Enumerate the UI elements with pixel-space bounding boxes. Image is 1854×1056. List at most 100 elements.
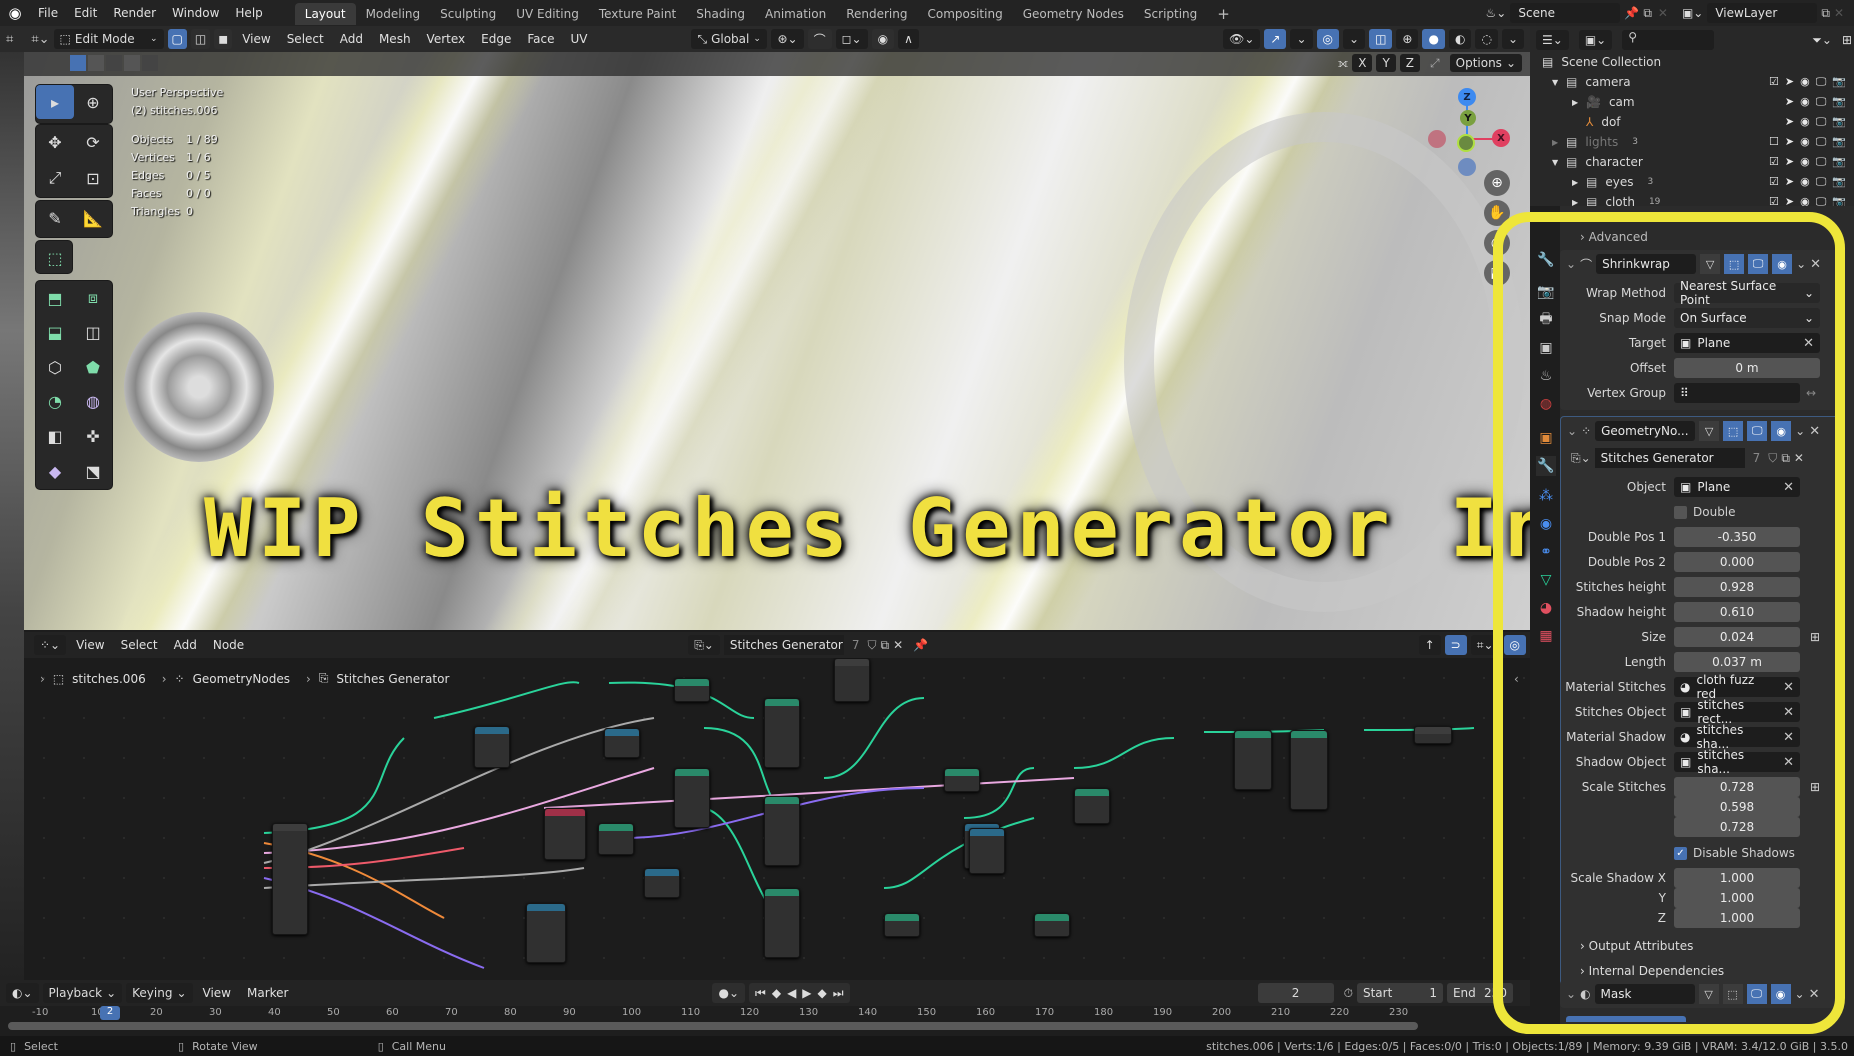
- property-dropdown[interactable]: Nearest Surface Point ⌄: [1674, 279, 1820, 307]
- sidebar-toggle-icon[interactable]: ‹: [1514, 672, 1519, 686]
- subpanel-output-attributes[interactable]: › Output Attributes: [1580, 939, 1693, 953]
- eye-icon[interactable]: ◉: [1800, 115, 1810, 129]
- node-menu-select[interactable]: Select: [115, 638, 164, 652]
- set-position-node[interactable]: [598, 823, 634, 855]
- gizmo-z-axis[interactable]: Z: [1458, 88, 1476, 106]
- modifier-menu-icon[interactable]: ⌄: [1795, 987, 1805, 1001]
- mask-mode-tab[interactable]: [1566, 1016, 1686, 1022]
- timeline-scrollbar[interactable]: [8, 1022, 1418, 1030]
- join-geometry-node[interactable]: [944, 768, 980, 792]
- measure-tool[interactable]: 📐: [74, 201, 112, 235]
- node-group-field[interactable]: Stitches Generator: [1594, 448, 1745, 468]
- group-input-node[interactable]: [272, 823, 308, 935]
- face-select-button[interactable]: ◼: [214, 29, 233, 49]
- gizmo-dropdown[interactable]: ⌄: [1290, 29, 1313, 49]
- eye-icon[interactable]: ◉: [1800, 155, 1810, 169]
- scene-selector[interactable]: Scene: [1510, 3, 1621, 23]
- outliner-item[interactable]: ▶ ▤ lights 3 ☐ ➤ ◉ 🖵 📷: [1530, 132, 1854, 152]
- timeline-menu-view[interactable]: View: [197, 986, 237, 1000]
- mode-selector[interactable]: ⬚ Edit Mode ⌄: [53, 29, 164, 49]
- move-tool[interactable]: ✥: [36, 125, 74, 159]
- node-canvas[interactable]: [24, 658, 1530, 980]
- annotate-tool[interactable]: ✎: [36, 201, 74, 235]
- next-keyframe-icon[interactable]: ◆: [818, 986, 827, 1000]
- scale-shadow-field[interactable]: 1.000: [1674, 868, 1800, 888]
- keyframe-dot-icon[interactable]: [1837, 850, 1842, 856]
- tab-compositing[interactable]: Compositing: [917, 3, 1012, 25]
- select-icon[interactable]: ➤: [1785, 115, 1794, 129]
- snap-target-dropdown[interactable]: ◻⌄: [835, 29, 868, 49]
- remove-modifier-icon[interactable]: ✕: [1809, 424, 1820, 439]
- menu-help[interactable]: Help: [227, 0, 270, 26]
- transform-geometry-node[interactable]: [764, 698, 800, 768]
- double-checkbox[interactable]: [1674, 505, 1687, 519]
- tab-shading[interactable]: Shading: [686, 3, 755, 25]
- collapse-chevron-icon[interactable]: ⌄: [1566, 987, 1576, 1001]
- combine-xyz-node[interactable]: [969, 828, 1005, 874]
- property-number-field[interactable]: 0.037 m: [1674, 652, 1800, 672]
- object-field[interactable]: ▣ stitches sha... ✕: [1674, 748, 1800, 776]
- preview-range-icon[interactable]: ⏱: [1344, 986, 1353, 1001]
- shading-wireframe[interactable]: ⊕: [1396, 29, 1419, 49]
- node-overlay-toggle[interactable]: ◎: [1503, 635, 1526, 655]
- viewport-icon[interactable]: 🖵: [1816, 115, 1827, 129]
- invert-icon[interactable]: ↔: [1806, 386, 1816, 400]
- scale-stitches-x-field[interactable]: 0.728: [1674, 777, 1800, 797]
- unlink-icon[interactable]: ✕: [1794, 451, 1804, 465]
- physics-tab-icon[interactable]: ◉: [1536, 514, 1556, 534]
- node-group-name-field[interactable]: Stitches Generator: [723, 635, 844, 655]
- select-icon[interactable]: ➤: [1785, 175, 1794, 189]
- rip-tool[interactable]: ⬔: [74, 454, 112, 488]
- keyframe-dot-icon[interactable]: [1837, 534, 1842, 540]
- viewport-toggle[interactable]: 🖵: [1748, 254, 1769, 274]
- transform-orientation-dropdown[interactable]: ⤡ Global ⌄: [691, 29, 768, 49]
- mirror-y-toggle[interactable]: Y: [1376, 54, 1396, 72]
- node-editor-type-dropdown[interactable]: ⁘⌄: [34, 635, 67, 655]
- render-icon[interactable]: 📷: [1832, 75, 1846, 89]
- editor-type-dropdown-icon[interactable]: ⌗⌄: [31, 32, 49, 47]
- breadcrumb-node-group[interactable]: Stitches Generator: [336, 672, 449, 686]
- shading-material[interactable]: ◐: [1448, 29, 1472, 49]
- render-icon[interactable]: 📷: [1832, 175, 1846, 189]
- edit-cage-toggle[interactable]: ▽: [1700, 254, 1721, 274]
- overlay-toggle[interactable]: ◎: [1316, 29, 1340, 49]
- transform-geometry-node[interactable]: [764, 888, 800, 958]
- view-layer-icon[interactable]: ▣⌄: [1682, 6, 1703, 20]
- menu-edge[interactable]: Edge: [475, 32, 517, 46]
- material-tab-icon[interactable]: ◕: [1536, 598, 1556, 618]
- add-cube-tool[interactable]: ⬚: [36, 241, 74, 275]
- gizmo-toggle[interactable]: ↗: [1264, 29, 1287, 49]
- menu-edit[interactable]: Edit: [66, 0, 105, 26]
- property-dropdown[interactable]: On Surface ⌄: [1674, 308, 1820, 328]
- clear-icon[interactable]: ✕: [1783, 680, 1794, 695]
- property-number-field[interactable]: 0.000: [1674, 552, 1800, 572]
- shading-solid[interactable]: ●: [1422, 29, 1445, 49]
- keying-dropdown[interactable]: Keying ⌄: [126, 983, 193, 1003]
- node-group-browse-icon[interactable]: ⎘⌄: [1571, 451, 1591, 466]
- clear-icon[interactable]: ✕: [1783, 730, 1794, 745]
- menu-face[interactable]: Face: [521, 32, 560, 46]
- 3d-viewport[interactable]: WIP Stitches Generator Included: [24, 52, 1530, 630]
- tab-uv-editing[interactable]: UV Editing: [506, 3, 589, 25]
- clear-icon[interactable]: ✕: [1783, 705, 1794, 720]
- falloff-dropdown[interactable]: ∧: [898, 29, 919, 49]
- property-number-field[interactable]: 0.928: [1674, 577, 1800, 597]
- expand-down-icon[interactable]: ▼: [1552, 78, 1566, 87]
- keyframe-dot-icon[interactable]: [1837, 784, 1842, 790]
- tool-tab-icon[interactable]: 🔧: [1536, 250, 1556, 270]
- object-field[interactable]: ▣ stitches rect... ✕: [1674, 698, 1800, 726]
- clear-icon[interactable]: ✕: [1783, 755, 1794, 770]
- timeline-ruler[interactable]: -10 10 20 30 40 50 60 70 80 90 100 110 120 130 140 150 1…: [0, 1006, 1530, 1036]
- vertex-select-button[interactable]: ▢: [167, 29, 187, 49]
- gizmo-neg-y-axis[interactable]: [1457, 134, 1475, 152]
- eye-icon[interactable]: ◉: [1800, 75, 1810, 89]
- modifier-name-field[interactable]: Mask: [1594, 984, 1695, 1004]
- start-frame-field[interactable]: Start 1: [1356, 983, 1443, 1003]
- outliner-filter-layer-dropdown[interactable]: ▣⌄: [1578, 30, 1613, 50]
- select-new-icon[interactable]: [70, 55, 86, 71]
- editor-type-icon[interactable]: ⌗: [6, 32, 13, 47]
- jump-end-icon[interactable]: ⏭: [833, 986, 844, 1001]
- disable-shadows-checkbox[interactable]: ✓: [1674, 846, 1687, 860]
- shading-dropdown[interactable]: ⌄: [1501, 29, 1524, 49]
- play-reverse-icon[interactable]: ◀: [787, 986, 796, 1000]
